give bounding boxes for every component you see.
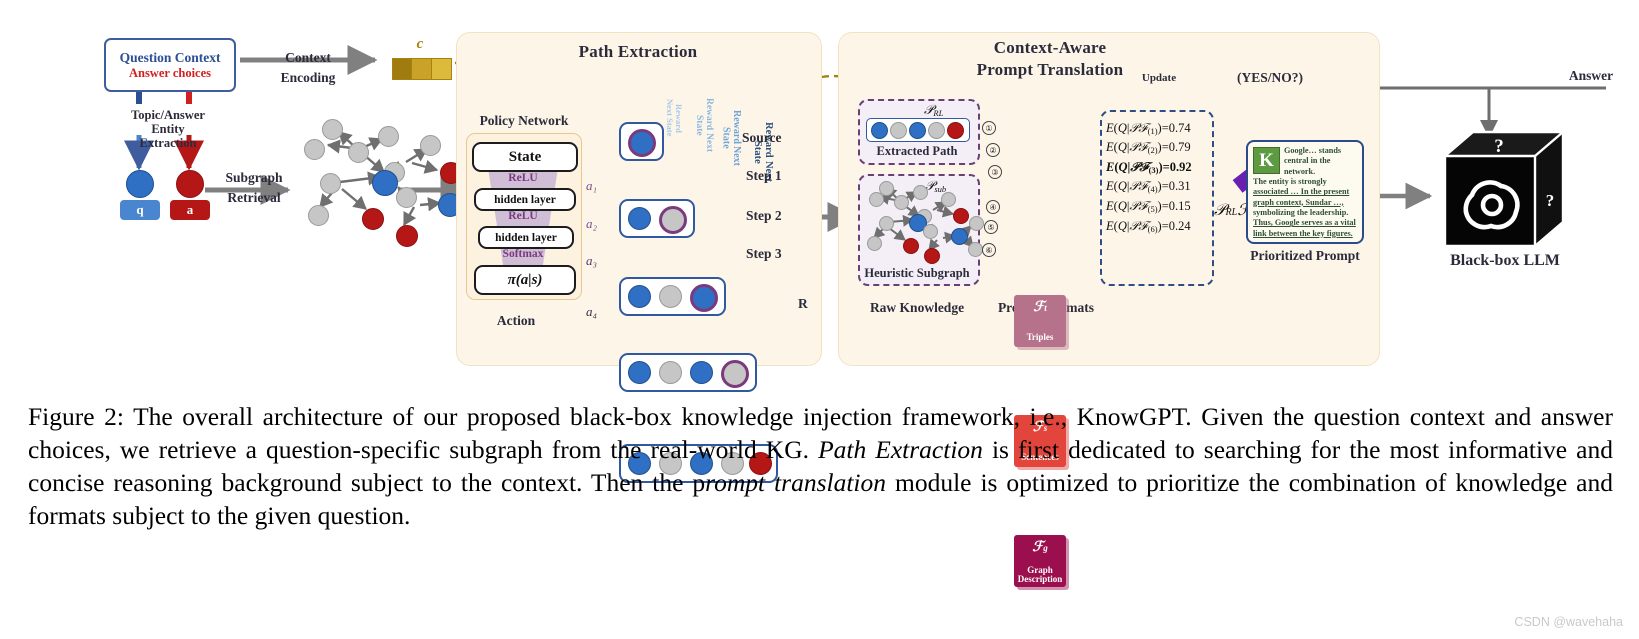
action-label-a2: a₂ xyxy=(586,216,598,231)
figure-2-knowgpt-architecture: Question Context Answer choices Topic/An… xyxy=(0,0,1639,639)
step-label-3: Step 3 xyxy=(746,246,782,261)
token-q: q xyxy=(120,200,160,220)
topic-entity-node-q xyxy=(126,170,154,198)
equation-list: E(Q|𝒫ℱ(1))=0.74 E(Q|𝒫ℱ(2))=0.79 E(Q|𝒫ℱ(3… xyxy=(1106,116,1210,238)
step-row-1 xyxy=(619,199,695,238)
context-embedding-symbol: c xyxy=(416,36,424,52)
state-box: State xyxy=(472,142,578,172)
equation-row: E(Q|𝒫ℱ(1))=0.74 xyxy=(1106,120,1191,136)
format-card-graph-description: ℱg Graph Description xyxy=(1014,535,1066,587)
step-row-2 xyxy=(619,277,726,316)
figure-number: Figure 2: xyxy=(28,402,124,431)
answer-choices-label: Answer choices xyxy=(128,65,212,80)
step-row-3 xyxy=(619,353,757,392)
hidden-layer-1-box: hidden layer xyxy=(474,188,576,211)
equation-row: E(Q|𝒫ℱ(6))=0.24 xyxy=(1106,218,1191,234)
svg-text:?: ? xyxy=(1494,136,1504,157)
extracted-path-label: Extracted Path xyxy=(876,144,958,158)
action-label-a1: a₁ xyxy=(586,178,598,193)
extracted-path-chips xyxy=(866,118,970,142)
prompt-line: link between the key figures. xyxy=(1253,228,1353,238)
prompt-line: The entity is strongly xyxy=(1253,176,1327,186)
yesno-label: (YES/NO?) xyxy=(1236,70,1303,85)
reward-output-label: R xyxy=(798,296,808,311)
connector-number-6: ⑥ xyxy=(982,243,996,257)
question-context-box: Question Context Answer choices xyxy=(104,38,236,92)
retrieved-subgraph-nodes xyxy=(290,115,489,275)
prompt-line: symbolizing the leadership. xyxy=(1253,207,1349,217)
p-rl-symbol: 𝒫RL xyxy=(924,102,944,118)
answer-entity-node-a xyxy=(176,170,204,198)
context-embedding-bar xyxy=(392,58,452,80)
figure-caption: Figure 2: The overall architecture of ou… xyxy=(28,400,1613,533)
policy-output-box: π(a|s) xyxy=(474,265,576,295)
equation-row: E(Q|𝒫ℱ(4))=0.31 xyxy=(1106,179,1191,195)
update-label: Update xyxy=(1141,72,1177,84)
action-label-a3: a₃ xyxy=(586,253,598,268)
path-extraction-title: Path Extraction xyxy=(578,42,698,61)
heuristic-subgraph-label: Heuristic Subgraph xyxy=(864,266,970,280)
prioritized-prompt-label: Prioritized Prompt xyxy=(1250,248,1360,263)
prompt-line: graph context, Sundar …, xyxy=(1253,197,1344,207)
step-label-1: Step 1 xyxy=(746,168,782,183)
equation-row: E(Q|𝒫ℱ(5))=0.15 xyxy=(1106,198,1191,214)
policy-network-label: Policy Network xyxy=(479,113,569,128)
relu-2-label: ReLU xyxy=(508,210,538,222)
action-label-a4: a₄ xyxy=(586,304,598,319)
watermark: CSDN @wavehaha xyxy=(1514,615,1623,629)
format-symbol-graph-description: ℱg xyxy=(1032,540,1048,555)
subgraph-retrieval-label: Subgraph Retrieval xyxy=(225,170,283,206)
step-row-source xyxy=(619,122,664,161)
context-encoding-label: Context Encoding xyxy=(280,50,336,86)
caption-italic-2: rompt translation xyxy=(705,468,887,498)
connector-number-5: ⑤ xyxy=(984,220,998,234)
format-name-graph-description: Graph Description xyxy=(1017,564,1063,584)
prioritized-prompt-card: K Google… stands central in the network.… xyxy=(1246,140,1364,244)
reward-next-state-label-1: Reward Next State xyxy=(664,99,684,137)
reward-next-state-label-2: Reward Next State xyxy=(693,98,714,152)
answer-label: Answer xyxy=(1568,68,1614,83)
knowledge-icon: K xyxy=(1253,147,1280,174)
connector-number-2: ② xyxy=(986,143,1000,157)
caption-italic-1: Path Extraction xyxy=(818,435,983,465)
connector-number-4: ④ xyxy=(986,200,1000,214)
heuristic-subgraph-nodes xyxy=(861,180,984,268)
reward-next-state-label-3: Reward Next State xyxy=(720,109,743,167)
prompt-line: associated … In the present xyxy=(1253,187,1350,197)
entity-extraction-label: Topic/Answer Entity Extraction xyxy=(131,108,205,150)
raw-knowledge-label: Raw Knowledge xyxy=(869,300,965,315)
connector-number-1: ① xyxy=(982,121,996,135)
step-label-source: Source xyxy=(742,130,782,145)
question-context-label: Question Context xyxy=(119,49,221,65)
equation-row: E(Q|𝒫ℱ(2))=0.79 xyxy=(1106,140,1191,156)
softmax-label: Softmax xyxy=(502,248,544,260)
black-box-llm-label: Black-box LLM xyxy=(1450,252,1560,269)
hidden-layer-2-box: hidden layer xyxy=(478,226,574,249)
connector-number-3: ③ xyxy=(988,165,1002,179)
token-a: a xyxy=(170,200,210,220)
equation-row-selected: E(Q|𝒫ℱ(3))=0.92 xyxy=(1106,159,1192,175)
prompt-line: Thus, Google serves as a vital xyxy=(1253,218,1356,228)
format-name-triples: Triples xyxy=(1026,331,1054,342)
svg-text:?: ? xyxy=(1546,191,1555,210)
format-card-triples: ℱt Triples xyxy=(1014,295,1066,347)
relu-1-label: ReLU xyxy=(508,172,538,184)
format-symbol-triples: ℱt xyxy=(1033,300,1047,315)
action-label: Action xyxy=(496,313,536,328)
step-label-2: Step 2 xyxy=(746,208,782,223)
prompt-translation-title-line1: Context-Aware xyxy=(993,38,1107,57)
black-box-llm-cube: ? ? xyxy=(1443,130,1565,248)
